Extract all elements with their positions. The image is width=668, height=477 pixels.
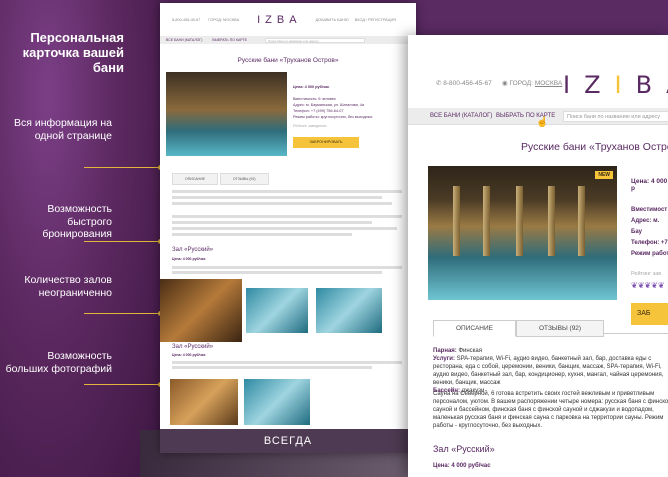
big-header: ✆ 8-800-456-45-67 ◉ ГОРОД: МОСКВА IZIBA (408, 35, 668, 100)
big-phone-number: 8-800-456-45-67 (443, 80, 492, 87)
feature-photos: Возможность больших фотографий (5, 350, 112, 375)
big-tabs: ОПИСАНИЕ ОТЗЫВЫ (92) (433, 320, 605, 337)
mini-hero-photo (166, 72, 287, 156)
cursor-icon: ☝ (536, 117, 549, 128)
location-icon: ◉ (502, 80, 508, 87)
big-info: Вместимост Адрес: м. Бау Телефон: +7 Реж… (631, 205, 668, 260)
mini-text-line (172, 366, 372, 369)
hero-column (578, 186, 585, 256)
mini-price: Цена: 4 000 руб/час (293, 85, 330, 89)
mini-city: ГОРОД: МОСКВА (208, 17, 240, 22)
mini-title: Русские бани «Труханов Остров» (237, 57, 339, 64)
feature-line (84, 167, 160, 168)
label-services: Услуги: (433, 356, 455, 362)
izba-logo[interactable]: IZIBA (563, 71, 668, 99)
big-city-label: ГОРОД: (509, 80, 534, 87)
mini-phone: 8-800-456-45-67 (172, 17, 201, 22)
mini-info-line: Режим работы: круглосуточно, без выходны… (293, 115, 373, 119)
mini-text-line (172, 221, 372, 224)
mini-nav-map[interactable]: ВЫБРАТЬ ПО КАРТЕ (212, 38, 247, 42)
big-price: Цена: 4 000 р (631, 178, 668, 192)
feature-line (84, 384, 160, 385)
mini-nav-catalog[interactable]: ВСЕ БАНИ (КАТАЛОГ) (166, 38, 202, 42)
mini-hall-photo[interactable] (160, 279, 242, 342)
mini-info: Цена: 4 000 руб/час Вместимость: 6 челов… (293, 84, 372, 129)
mini-text-line (172, 196, 382, 199)
mini-text-line (172, 202, 392, 205)
mini-logo: IZBA (257, 13, 302, 26)
feature-line (84, 313, 160, 314)
mini-text-line (172, 271, 382, 274)
feature-halls: Количество залов неограниченно (24, 274, 112, 299)
nav-catalog[interactable]: ВСЕ БАНИ (КАТАЛОГ) (430, 113, 492, 119)
value-parnaya: Финская (456, 348, 483, 354)
mini-hall-price: Цена: 4 000 руб/час (172, 257, 206, 261)
mini-text-line (172, 190, 402, 193)
logo-mid: I (614, 71, 636, 99)
big-rating-label: Рейтинг зав (631, 271, 662, 277)
big-city[interactable]: ◉ ГОРОД: МОСКВА (502, 79, 562, 87)
mini-text-line (172, 233, 352, 236)
value-services: SPA-терапия, Wi-Fi, аудио видео, банкетн… (433, 356, 664, 386)
mini-tabs: ОПИСАНИЕ ОТЗЫВЫ (92) (172, 173, 269, 185)
big-search-input[interactable]: Поиск бани по названию или адресу (563, 111, 668, 122)
label-parnaya: Парная: (433, 348, 457, 354)
mini-page-preview: 8-800-456-45-67 ГОРОД: МОСКВА IZBA ДОБАВ… (160, 3, 416, 453)
mini-hall-price: Цена: 4 000 руб/час (172, 353, 206, 357)
mini-text-line (172, 266, 402, 269)
hero-column (516, 186, 523, 256)
big-info-line: Телефон: +7 (631, 240, 668, 246)
mini-book-button[interactable]: ЗАБРОНИРОВАТЬ (293, 137, 359, 148)
big-info-line: Режим работ (631, 251, 668, 257)
tab-description[interactable]: ОПИСАНИЕ (433, 320, 516, 337)
mini-tab-description[interactable]: ОПИСАНИЕ (172, 173, 218, 185)
big-about-text: Сауна на Северной, 6 готова встретить св… (433, 391, 668, 429)
feature-booking: Возможность быстрого бронирования (42, 203, 112, 240)
mini-hall-photo[interactable] (170, 379, 238, 425)
mini-tab-reviews[interactable]: ОТЗЫВЫ (92) (219, 173, 269, 185)
big-phone: ✆ 8-800-456-45-67 (436, 79, 492, 87)
big-hall-price: Цена: 4 000 руб/час (433, 463, 491, 469)
big-city-value[interactable]: МОСКВА (535, 80, 562, 87)
mini-add-link[interactable]: ДОБАВИТЬ БАНЮ (316, 18, 349, 22)
logo-right: BA (635, 71, 668, 99)
mini-text-line (172, 215, 402, 218)
mini-footer-text: ВСЕГДА (160, 429, 416, 453)
big-title: Русские бани «Труханов Остров» (521, 141, 668, 153)
mini-text-line (172, 361, 402, 364)
hero-column (548, 186, 555, 256)
big-details: Парная: Финская Услуги: SPA-терапия, Wi-… (433, 347, 668, 395)
big-info-line: Адрес: м. Бау (631, 218, 660, 235)
mini-text-line (172, 227, 397, 230)
mini-hall-title: Зал «Русский» (172, 344, 214, 350)
new-badge: NEW (595, 171, 613, 179)
mini-search-input[interactable]: Поиск бани по названию или адресу (264, 37, 365, 43)
mini-rating-label: Рейтинг заведения (293, 124, 327, 128)
big-hero-photo[interactable]: NEW (428, 166, 617, 300)
big-hall-title: Зал «Русский» (433, 444, 495, 454)
mini-hall-photo[interactable] (316, 288, 382, 333)
hero-column (453, 186, 460, 256)
mini-hall-photo[interactable] (244, 379, 310, 425)
mini-hall-title: Зал «Русский» (172, 247, 214, 253)
rating-icons[interactable]: ❦❦❦❦❦ (631, 281, 665, 290)
feature-line (84, 241, 160, 242)
logo-left: IZ (563, 71, 615, 99)
hero-column (483, 186, 490, 256)
mini-hall-photo[interactable] (246, 288, 308, 333)
feature-one-page: Вся информация на одной странице (13, 117, 112, 142)
large-page-preview: ✆ 8-800-456-45-67 ◉ ГОРОД: МОСКВА IZIBA … (408, 35, 668, 477)
tab-reviews[interactable]: ОТЗЫВЫ (92) (516, 320, 605, 337)
big-info-line: Вместимост (631, 207, 668, 213)
promo-title: Персональная карточка вашей бани (22, 30, 124, 75)
mini-nav: ВСЕ БАНИ (КАТАЛОГ) ВЫБРАТЬ ПО КАРТЕ Поис… (160, 36, 416, 44)
mini-header: 8-800-456-45-67 ГОРОД: МОСКВА IZBA ДОБАВ… (160, 3, 416, 36)
phone-icon: ✆ (436, 80, 442, 87)
mini-login-link[interactable]: ВХОД / РЕГИСТРАЦИЯ (355, 18, 396, 22)
big-book-button[interactable]: ЗАБ (631, 303, 668, 325)
